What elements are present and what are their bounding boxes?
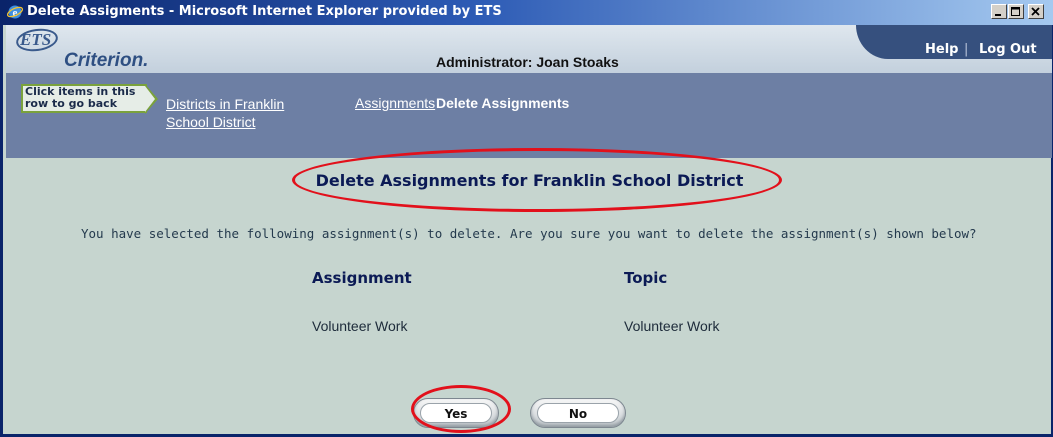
- ie-icon: e: [7, 5, 23, 19]
- app-header: ETS Criterion. Administrator: Joan Stoak…: [6, 25, 1052, 73]
- minimize-icon: [995, 14, 1001, 16]
- breadcrumb-hint: Click items in this row to go back: [21, 84, 161, 115]
- column-header-topic: Topic: [624, 269, 668, 287]
- close-icon: [1031, 7, 1040, 16]
- administrator-name: Administrator: Joan Stoaks: [436, 54, 619, 70]
- breadcrumb-hint-text: Click items in this row to go back: [25, 85, 136, 110]
- help-separator: |: [964, 42, 969, 57]
- help-bar: Help | Log Out: [856, 25, 1052, 59]
- breadcrumb: Click items in this row to go back Distr…: [6, 73, 1052, 158]
- yes-button-label: Yes: [444, 407, 468, 421]
- maximize-button[interactable]: [1008, 4, 1024, 19]
- title-bar[interactable]: e Delete Assigments - Microsoft Internet…: [3, 0, 1053, 25]
- yes-button[interactable]: Yes: [413, 398, 499, 428]
- ets-logo: ETS: [14, 26, 60, 54]
- confirmation-prompt: You have selected the following assignme…: [81, 226, 977, 241]
- breadcrumb-current: Delete Assignments: [436, 95, 570, 111]
- breadcrumb-districts-link[interactable]: Districts in Franklin School District: [166, 95, 326, 131]
- help-link[interactable]: Help: [925, 42, 958, 57]
- minimize-button[interactable]: [991, 4, 1007, 19]
- maximize-icon: [1011, 7, 1020, 16]
- column-header-assignment: Assignment: [312, 269, 412, 287]
- assignment-cell: Volunteer Work: [312, 318, 408, 334]
- window-title: Delete Assigments - Microsoft Internet E…: [27, 4, 502, 19]
- breadcrumb-assignments-link[interactable]: Assignments: [355, 95, 435, 111]
- logout-link[interactable]: Log Out: [979, 42, 1037, 57]
- browser-window: e Delete Assigments - Microsoft Internet…: [0, 0, 1053, 437]
- criterion-logo: Criterion.: [64, 50, 149, 71]
- page-title: Delete Assignments for Franklin School D…: [315, 171, 744, 190]
- topic-cell: Volunteer Work: [624, 318, 720, 334]
- no-button[interactable]: No: [530, 398, 626, 428]
- no-button-label: No: [568, 407, 588, 421]
- close-button[interactable]: [1028, 4, 1044, 19]
